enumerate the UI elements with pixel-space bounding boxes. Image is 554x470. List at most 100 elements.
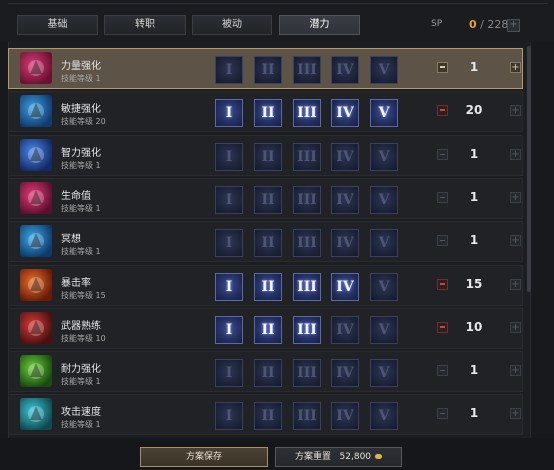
plus-button[interactable]: + — [510, 321, 521, 333]
plus-button[interactable]: + — [510, 105, 521, 117]
skill-level: 技能等级 1 — [61, 160, 101, 170]
tier-2-icon[interactable]: II — [254, 142, 282, 171]
minus-button[interactable] — [437, 105, 448, 117]
health-potion-icon — [20, 181, 52, 214]
tier-2-icon[interactable]: II — [254, 185, 282, 214]
minus-icon — [440, 413, 445, 415]
tier-4-icon[interactable]: IV — [331, 229, 359, 258]
plus-button[interactable]: + — [510, 62, 521, 73]
minus-icon — [440, 370, 445, 372]
reset-label: 方案重置 — [294, 452, 331, 462]
minus-button[interactable] — [437, 62, 448, 73]
minus-button[interactable] — [437, 191, 448, 203]
tier-2-icon[interactable]: II — [254, 359, 282, 388]
tier-2-icon[interactable]: II — [254, 99, 282, 128]
tier-5-icon[interactable]: V — [370, 185, 398, 214]
tier-5-icon[interactable]: V — [370, 229, 398, 258]
tier-4-icon[interactable]: IV — [331, 56, 359, 84]
skill-name: 敏捷强化 — [61, 104, 101, 116]
tier-5-icon[interactable]: V — [370, 359, 398, 388]
minus-icon — [440, 240, 445, 242]
save-preset-button[interactable]: 方案保存 — [140, 447, 268, 467]
tier-5-icon[interactable]: V — [370, 99, 398, 128]
tier-4-icon[interactable]: IV — [331, 359, 359, 388]
skill-row[interactable]: 智力强化 技能等级 1 I II III IV V 1 + — [8, 134, 523, 176]
tier-3-icon[interactable]: III — [293, 359, 321, 388]
tier-4-icon[interactable]: IV — [331, 185, 359, 214]
tier-5-icon[interactable]: V — [370, 56, 398, 84]
attack-speed-icon — [20, 398, 52, 431]
tier-1-icon[interactable]: I — [215, 99, 243, 128]
minus-button[interactable] — [437, 321, 448, 333]
tier-3-icon[interactable]: III — [293, 402, 321, 431]
skill-points: 1 — [469, 189, 479, 204]
minus-icon — [440, 196, 445, 198]
tier-1-icon[interactable]: I — [215, 56, 243, 84]
tab-job-change[interactable]: 转职 — [104, 15, 186, 35]
skill-row[interactable]: 生命值 技能等级 1 I II III IV V 1 + — [8, 177, 523, 219]
skill-level: 技能等级 10 — [61, 333, 106, 343]
tier-1-icon[interactable]: I — [215, 402, 243, 431]
plus-button[interactable]: + — [510, 148, 521, 160]
minus-button[interactable] — [437, 148, 448, 160]
tier-2-icon[interactable]: II — [254, 315, 282, 344]
tier-4-icon[interactable]: IV — [331, 99, 359, 128]
tier-4-icon[interactable]: IV — [331, 315, 359, 344]
tier-3-icon[interactable]: III — [293, 272, 321, 301]
skill-row[interactable]: 暴击率 技能等级 15 I II III IV V 15 + — [8, 264, 523, 306]
tier-3-icon[interactable]: III — [293, 315, 321, 344]
reset-preset-button[interactable]: 方案重置 52,800 — [275, 447, 402, 467]
tier-5-icon[interactable]: V — [370, 142, 398, 171]
skill-level: 技能等级 20 — [61, 117, 106, 127]
tier-2-icon[interactable]: II — [254, 229, 282, 258]
skill-name: 耐力强化 — [61, 364, 101, 376]
tier-4-icon[interactable]: IV — [331, 272, 359, 301]
tab-basic[interactable]: 基础 — [17, 15, 98, 35]
tier-5-icon[interactable]: V — [370, 272, 398, 301]
skill-row[interactable]: 耐力强化 技能等级 1 I II III IV V 1 + — [8, 351, 523, 393]
plus-button[interactable]: + — [510, 365, 521, 377]
tier-1-icon[interactable]: I — [215, 142, 243, 171]
tier-2-icon[interactable]: II — [254, 402, 282, 431]
skill-level: 技能等级 1 — [61, 247, 101, 257]
tier-3-icon[interactable]: III — [293, 99, 321, 128]
plus-button[interactable]: + — [510, 235, 521, 247]
tier-2-icon[interactable]: II — [254, 56, 282, 84]
skill-row[interactable]: 冥想 技能等级 1 I II III IV V 1 + — [8, 221, 523, 263]
tier-4-icon[interactable]: IV — [331, 402, 359, 431]
tier-1-icon[interactable]: I — [215, 185, 243, 214]
plus-button[interactable]: + — [510, 191, 521, 203]
tier-3-icon[interactable]: III — [293, 229, 321, 258]
skill-row[interactable]: 攻击速度 技能等级 1 I II III IV V 1 + — [8, 394, 523, 436]
meditation-icon — [20, 225, 52, 258]
skill-level: 技能等级 1 — [61, 420, 101, 430]
tab-passive[interactable]: 被动 — [192, 15, 272, 35]
plus-button[interactable]: + — [510, 408, 521, 420]
minus-button[interactable] — [437, 408, 448, 420]
tier-3-icon[interactable]: III — [293, 142, 321, 171]
minus-icon — [440, 66, 445, 68]
tier-1-icon[interactable]: I — [215, 272, 243, 301]
sp-plus-button[interactable]: + — [507, 19, 520, 32]
tier-3-icon[interactable]: III — [293, 56, 321, 84]
tier-3-icon[interactable]: III — [293, 185, 321, 214]
tier-4-icon[interactable]: IV — [331, 142, 359, 171]
tier-2-icon[interactable]: II — [254, 272, 282, 301]
skill-name: 力量强化 — [61, 61, 101, 72]
tier-5-icon[interactable]: V — [370, 402, 398, 431]
skill-row[interactable]: 武器熟练 技能等级 10 I II III IV V 10 + — [8, 307, 523, 349]
tier-5-icon[interactable]: V — [370, 315, 398, 344]
skill-name: 攻击速度 — [61, 407, 101, 419]
minus-button[interactable] — [437, 365, 448, 377]
tier-1-icon[interactable]: I — [215, 315, 243, 344]
sp-separator: / — [480, 18, 484, 31]
skill-row[interactable]: 敏捷强化 技能等级 20 I II III IV V 20 + — [8, 91, 523, 133]
skill-row[interactable]: 力量强化 技能等级 1 I II III IV V 1 + — [8, 48, 523, 89]
tab-potential[interactable]: 潜力 — [279, 15, 360, 35]
minus-button[interactable] — [437, 235, 448, 247]
scrollbar[interactable] — [527, 46, 531, 292]
minus-button[interactable] — [437, 278, 448, 290]
tier-1-icon[interactable]: I — [215, 229, 243, 258]
tier-1-icon[interactable]: I — [215, 359, 243, 388]
plus-button[interactable]: + — [510, 278, 521, 290]
